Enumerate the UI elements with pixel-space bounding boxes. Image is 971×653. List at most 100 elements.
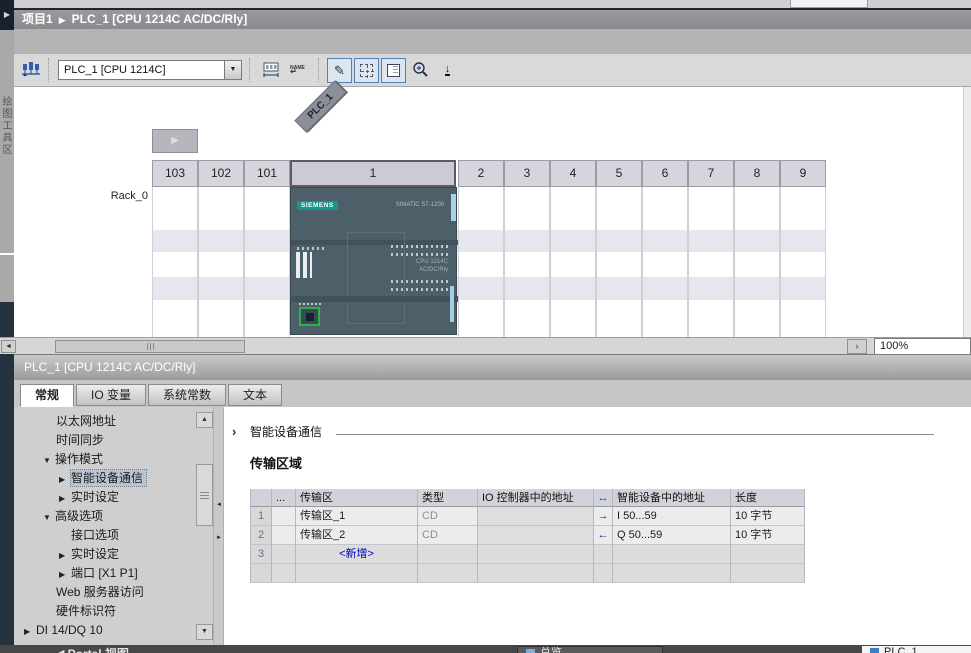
nav-realtime-settings-2[interactable]: ▶实时设定 [20, 545, 196, 564]
breadcrumb-project[interactable]: 项目1 [22, 12, 53, 26]
show-overview-toggle[interactable] [381, 58, 406, 83]
rack-slot-column[interactable] [458, 186, 504, 337]
device-selector-combobox[interactable]: PLC_1 [CPU 1214C] ▼ [58, 60, 242, 80]
add-new-cell[interactable]: <新增> [296, 545, 418, 564]
slot-header-102[interactable]: 102 [198, 160, 244, 187]
section-chevron-icon[interactable]: › [232, 424, 250, 439]
direction-arrow-icon[interactable]: → [594, 507, 613, 526]
header-type[interactable]: 类型 [418, 489, 478, 507]
row-dots-cell[interactable] [272, 526, 296, 545]
show-labels-toggle[interactable]: ✎ [327, 58, 352, 83]
vertical-scrollbar-track[interactable] [963, 87, 971, 337]
slot-header-7[interactable]: 7 [688, 160, 734, 187]
tab-io-tags[interactable]: IO 变量 [76, 384, 146, 406]
cpu-module[interactable]: SIEMENS SIMATIC S7-1200 CPU 1214C AC/DC/… [290, 187, 457, 335]
expand-arrow-icon[interactable]: ▶ [59, 546, 71, 565]
expand-arrow-icon[interactable]: ▶ [24, 622, 36, 640]
rack-slot-column[interactable] [642, 186, 688, 337]
nav-interface-options[interactable]: 接口选项 [20, 526, 196, 545]
slot-header-1-selected[interactable]: 1 [290, 160, 456, 187]
rack-slot-column[interactable] [688, 186, 734, 337]
zoom-in-button[interactable] [408, 58, 433, 83]
expand-arrow-icon[interactable]: ▶ [59, 565, 71, 584]
nav-idevice-communication[interactable]: ▶智能设备通信 [20, 469, 196, 488]
portal-view-button[interactable]: ◀ Portal 视图 [55, 645, 129, 653]
save-view-button[interactable]: ↓ [435, 58, 460, 83]
tree-scroll-up-button[interactable]: ▲ [196, 412, 213, 428]
table-row[interactable]: 1 传输区_1 CD → I 50...59 10 字节 [250, 507, 805, 526]
nav-web-server-access[interactable]: Web 服务器访问 [20, 583, 196, 602]
nav-operating-mode[interactable]: ▼操作模式 [20, 450, 196, 469]
breadcrumb-device[interactable]: PLC_1 [CPU 1214C AC/DC/Rly] [72, 12, 248, 26]
profinet-port[interactable] [299, 307, 320, 326]
slot-header-9[interactable]: 9 [780, 160, 826, 187]
nav-di14-dq10[interactable]: ▶DI 14/DQ 10 [20, 621, 196, 640]
nav-hardware-identifier[interactable]: 硬件标识符 [20, 602, 196, 621]
rename-label-button[interactable]: NAME↵ [285, 58, 310, 83]
header-transfer-area[interactable]: 传输区 [296, 489, 418, 507]
collapse-right-icon[interactable]: ► [216, 535, 222, 541]
rack-slot-column[interactable] [504, 186, 550, 337]
collapse-left-icon[interactable]: ◄ [216, 502, 222, 508]
slot-header-8[interactable]: 8 [734, 160, 780, 187]
header-idevice-address[interactable]: 智能设备中的地址 [613, 489, 731, 507]
table-row[interactable]: 2 传输区_2 CD ← Q 50...59 10 字节 [250, 526, 805, 545]
rack-slot-column[interactable] [550, 186, 596, 337]
tree-scroll-down-button[interactable]: ▼ [196, 624, 213, 640]
nav-realtime-settings[interactable]: ▶实时设定 [20, 488, 196, 507]
header-length[interactable]: 长度 [731, 489, 805, 507]
slot-header-103[interactable]: 103 [152, 160, 198, 187]
empty-cell [272, 564, 296, 583]
dropdown-arrow-icon[interactable]: ▼ [224, 61, 241, 79]
slot-header-2[interactable]: 2 [458, 160, 504, 187]
rack-slot-column[interactable] [780, 186, 826, 337]
row-number [250, 564, 272, 583]
pane-splitter[interactable]: ◄ ► [213, 407, 224, 645]
rack-slot-column[interactable] [152, 186, 198, 337]
scroll-right-button[interactable]: › [847, 339, 867, 354]
slot-header-101[interactable]: 101 [244, 160, 290, 187]
measure-width-button[interactable] [258, 58, 283, 83]
direction-arrow-icon[interactable]: ← [594, 526, 613, 545]
network-topology-icon[interactable] [21, 61, 41, 79]
scroll-left-button[interactable]: ◄ [1, 340, 16, 353]
header-controller-address[interactable]: IO 控制器中的地址 [478, 489, 594, 507]
rack-slot-column[interactable] [734, 186, 780, 337]
table-row-add[interactable]: 3 <新增> [250, 545, 805, 564]
row-dots-cell[interactable] [272, 507, 296, 526]
tab-general[interactable]: 常规 [20, 384, 74, 407]
expand-arrow-icon[interactable]: ▶ [59, 470, 71, 489]
nav-port-x1p1[interactable]: ▶端口 [X1 P1] [20, 564, 196, 583]
slot-header-3[interactable]: 3 [504, 160, 550, 187]
tab-system-constants[interactable]: 系统常数 [148, 384, 226, 406]
collapse-arrow-icon[interactable]: ▼ [43, 508, 55, 527]
expand-pane-button[interactable]: ▶ [0, 0, 14, 30]
collapse-arrow-icon[interactable]: ▼ [43, 451, 55, 470]
add-new-link[interactable]: <新增> [300, 545, 413, 563]
section-divider-line [336, 434, 934, 435]
nav-time-sync[interactable]: 时间同步 [20, 431, 196, 450]
rack-slot-column[interactable] [596, 186, 642, 337]
tree-scrollbar-thumb[interactable] [196, 464, 213, 526]
transfer-area-name[interactable]: 传输区_1 [296, 507, 418, 526]
overview-tab[interactable]: 总览 [517, 646, 663, 653]
transfer-area-name[interactable]: 传输区_2 [296, 526, 418, 545]
zoom-level-input[interactable]: 100% [874, 338, 971, 355]
expand-arrow-icon[interactable]: ▶ [59, 489, 71, 508]
rack-slot-column[interactable] [244, 186, 290, 337]
rack-slot-column[interactable] [198, 186, 244, 337]
header-direction-icon[interactable]: ↔ [594, 489, 613, 507]
slot-header-6[interactable]: 6 [642, 160, 688, 187]
nav-ethernet-address[interactable]: 以太网地址 [20, 412, 196, 431]
compress-slots-button[interactable]: ▶ [152, 129, 198, 153]
show-grid-toggle[interactable] [354, 58, 379, 83]
plc-editor-tab[interactable]: PLC_1 [862, 646, 971, 653]
tab-texts[interactable]: 文本 [228, 384, 282, 406]
scrollbar-thumb[interactable] [55, 340, 245, 353]
idevice-address[interactable]: Q 50...59 [613, 526, 731, 545]
slot-header-4[interactable]: 4 [550, 160, 596, 187]
controller-address-cell [478, 526, 594, 545]
nav-advanced-options[interactable]: ▼高级选项 [20, 507, 196, 526]
slot-header-5[interactable]: 5 [596, 160, 642, 187]
idevice-address[interactable]: I 50...59 [613, 507, 731, 526]
